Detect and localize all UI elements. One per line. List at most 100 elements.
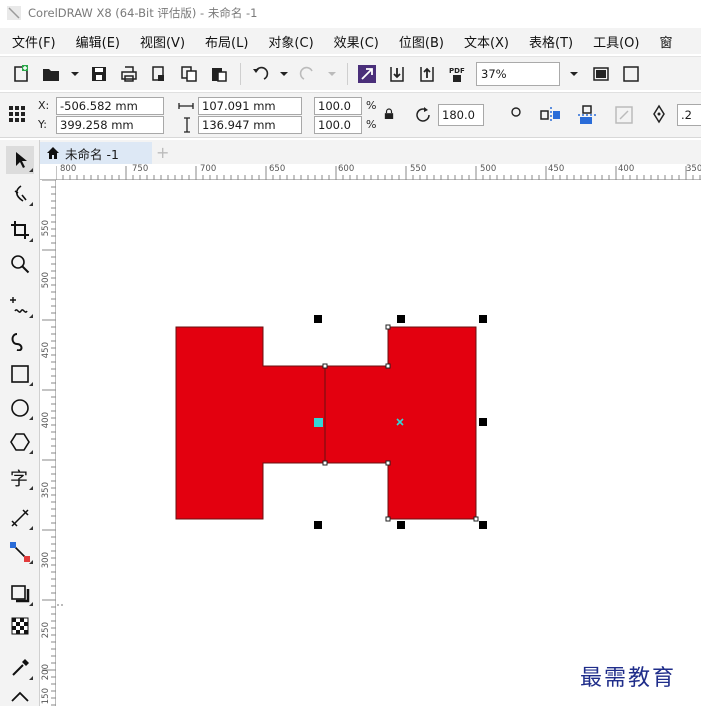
handle-top-center[interactable] bbox=[397, 315, 405, 323]
redo-icon[interactable] bbox=[297, 63, 319, 85]
property-bar: X: Y: -506.582 mm 399.258 mm 107.091 mm … bbox=[0, 92, 701, 138]
ruler-label: 700 bbox=[200, 164, 217, 174]
add-document-tab-icon[interactable]: + bbox=[156, 143, 169, 162]
menu-table[interactable]: 表格(T) bbox=[529, 32, 573, 51]
lock-ratio-icon[interactable] bbox=[384, 108, 394, 123]
y-position-input[interactable]: 399.258 mm bbox=[56, 116, 164, 134]
document-tab[interactable]: 未命名 -1 bbox=[40, 142, 152, 164]
text-tool[interactable]: 字 bbox=[6, 464, 34, 492]
handle-bottom-left[interactable] bbox=[314, 521, 322, 529]
handle-middle-right[interactable] bbox=[479, 418, 487, 426]
menu-layout[interactable]: 布局(L) bbox=[205, 32, 248, 51]
freehand-tool[interactable] bbox=[6, 292, 34, 320]
show-rulers-icon[interactable] bbox=[620, 63, 642, 85]
width-icon bbox=[178, 100, 194, 114]
rotation-angle-input[interactable]: 180.0 bbox=[438, 104, 484, 126]
full-screen-icon[interactable] bbox=[590, 63, 612, 85]
svg-text:字: 字 bbox=[10, 469, 28, 489]
ruler-label: 650 bbox=[269, 164, 286, 174]
menu-object[interactable]: 对象(C) bbox=[268, 32, 313, 51]
redo-dropdown-icon[interactable] bbox=[327, 63, 337, 85]
mirror-vertical-icon[interactable] bbox=[576, 105, 598, 128]
zoom-level-field[interactable]: 37% bbox=[476, 61, 560, 86]
undo-dropdown-icon[interactable] bbox=[279, 63, 289, 85]
interactive-fill-tool[interactable] bbox=[6, 684, 34, 706]
window-title: CorelDRAW X8 (64-Bit 评估版) - 未命名 -1 bbox=[28, 6, 258, 20]
menu-text[interactable]: 文本(X) bbox=[464, 32, 509, 51]
ruler-label: 550 bbox=[410, 164, 427, 174]
ruler-label: 200 bbox=[41, 664, 51, 681]
menu-tools[interactable]: 工具(O) bbox=[593, 32, 639, 51]
shape-tool[interactable] bbox=[6, 180, 34, 208]
title-bar: CorelDRAW X8 (64-Bit 评估版) - 未命名 -1 bbox=[0, 0, 701, 26]
scale-x-input[interactable]: 100.0 bbox=[314, 97, 362, 115]
save-icon[interactable] bbox=[88, 63, 110, 85]
handle-top-left[interactable] bbox=[314, 315, 322, 323]
x-label: X: bbox=[38, 99, 50, 112]
handle-middle-left[interactable] bbox=[314, 418, 323, 427]
open-dropdown-icon[interactable] bbox=[70, 63, 80, 85]
height-icon bbox=[182, 117, 192, 136]
drawing-surface bbox=[57, 315, 487, 606]
ellipse-tool[interactable] bbox=[6, 394, 34, 422]
object-origin-icon[interactable] bbox=[8, 105, 26, 126]
ruler-label: 300 bbox=[41, 552, 51, 569]
menu-window[interactable]: 窗 bbox=[660, 32, 673, 51]
paste-icon[interactable] bbox=[208, 63, 230, 85]
vertical-ruler[interactable]: 550 500 450 400 350 300 250 200 150 bbox=[40, 180, 56, 706]
convert-to-curves-icon[interactable] bbox=[614, 105, 634, 128]
artistic-media-tool[interactable] bbox=[6, 326, 34, 354]
publish-pdf-icon[interactable]: PDF bbox=[446, 63, 468, 85]
import-icon[interactable] bbox=[386, 63, 408, 85]
search-content-icon[interactable] bbox=[356, 63, 378, 85]
ellipse-icon bbox=[11, 399, 29, 417]
menu-edit[interactable]: 编辑(E) bbox=[76, 32, 120, 51]
checkerboard-icon bbox=[11, 617, 29, 635]
pointer-arrow-icon bbox=[16, 152, 27, 168]
crop-tool[interactable] bbox=[6, 216, 34, 244]
new-document-icon[interactable] bbox=[10, 63, 32, 85]
red-shape-left[interactable] bbox=[175, 326, 326, 520]
handle-bottom-right[interactable] bbox=[479, 521, 487, 529]
print-icon[interactable] bbox=[118, 63, 140, 85]
undo-icon[interactable] bbox=[249, 63, 271, 85]
open-folder-icon[interactable] bbox=[40, 63, 62, 85]
drop-shadow-tool[interactable] bbox=[6, 580, 34, 608]
polygon-tool[interactable] bbox=[6, 428, 34, 456]
transparency-tool[interactable] bbox=[6, 612, 34, 640]
width-input[interactable]: 107.091 mm bbox=[198, 97, 302, 115]
handle-bottom-center[interactable] bbox=[397, 521, 405, 529]
zoom-dropdown-icon[interactable] bbox=[564, 62, 584, 86]
text-character-icon: 字 bbox=[10, 469, 28, 489]
scale-x-unit: % bbox=[366, 99, 377, 112]
toolbox: 字 bbox=[0, 140, 40, 706]
scale-y-input[interactable]: 100.0 bbox=[314, 116, 362, 134]
mirror-horizontal-icon[interactable] bbox=[540, 105, 562, 128]
outline-width-input[interactable]: .2 bbox=[677, 104, 701, 126]
outline-pen-icon[interactable] bbox=[652, 104, 666, 129]
menu-view[interactable]: 视图(V) bbox=[140, 32, 185, 51]
menu-effects[interactable]: 效果(C) bbox=[334, 32, 379, 51]
menu-bar: 文件(F) 编辑(E) 视图(V) 布局(L) 对象(C) 效果(C) 位图(B… bbox=[0, 28, 701, 54]
export-icon[interactable] bbox=[416, 63, 438, 85]
ruler-label: 350 bbox=[41, 482, 51, 499]
copy-icon[interactable] bbox=[178, 63, 200, 85]
menu-file[interactable]: 文件(F) bbox=[12, 32, 56, 51]
degree-symbol-icon bbox=[510, 106, 522, 121]
dimension-tool[interactable] bbox=[6, 504, 34, 532]
ruler-label: 450 bbox=[41, 342, 51, 359]
drawing-canvas[interactable] bbox=[57, 181, 701, 706]
rectangle-tool[interactable] bbox=[6, 360, 34, 388]
eyedropper-tool[interactable] bbox=[6, 654, 34, 682]
menu-bitmaps[interactable]: 位图(B) bbox=[399, 32, 444, 51]
zoom-tool[interactable] bbox=[6, 250, 34, 278]
x-position-input[interactable]: -506.582 mm bbox=[56, 97, 164, 115]
pick-tool[interactable] bbox=[6, 146, 34, 174]
cut-icon[interactable] bbox=[148, 63, 170, 85]
horizontal-ruler[interactable]: 800 750 700 650 600 550 500 450 400 350 bbox=[40, 164, 701, 180]
coreldraw-logo-icon bbox=[6, 5, 22, 21]
height-input[interactable]: 136.947 mm bbox=[198, 116, 302, 134]
connector-tool[interactable] bbox=[6, 538, 34, 566]
shape-node-icon bbox=[14, 185, 27, 202]
handle-top-right[interactable] bbox=[479, 315, 487, 323]
